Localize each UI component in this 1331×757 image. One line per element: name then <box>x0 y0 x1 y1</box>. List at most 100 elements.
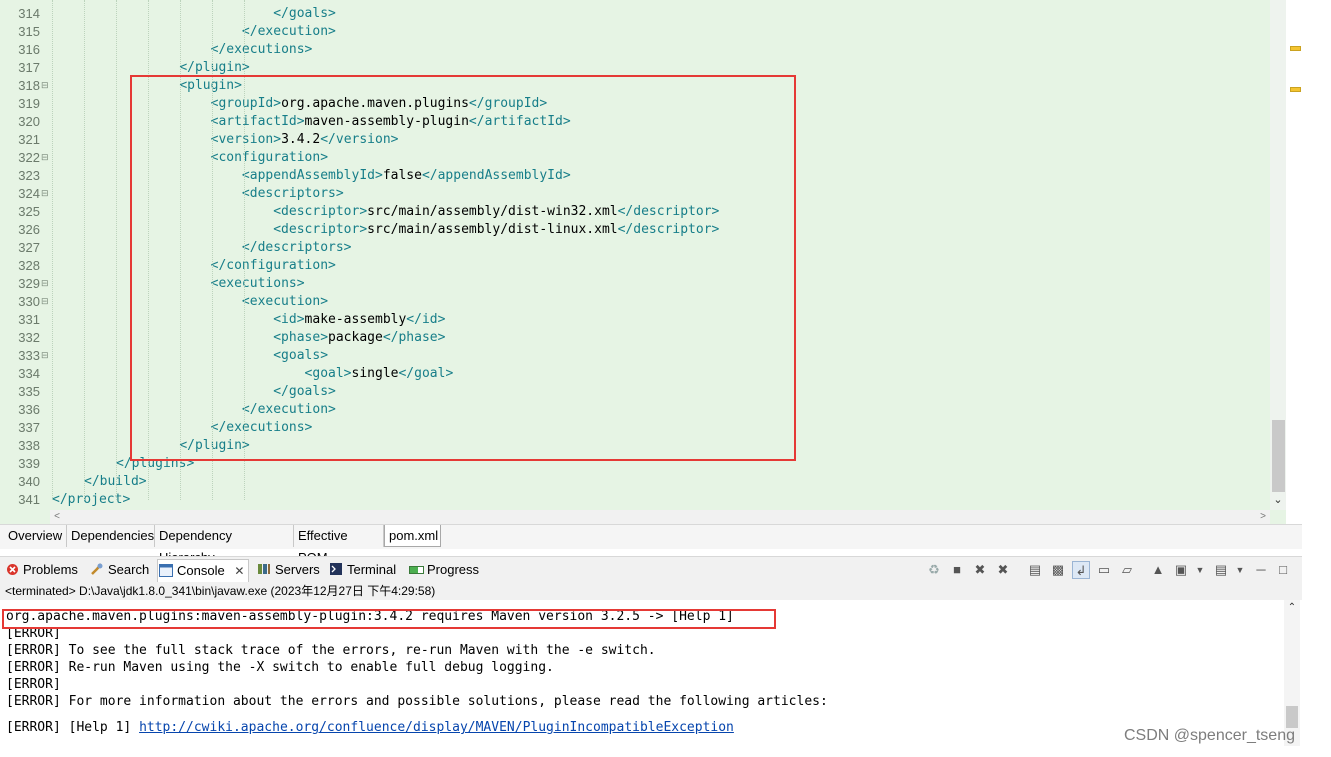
console-help-line: [ERROR] [Help 1] http://cwiki.apache.org… <box>6 719 734 736</box>
minimize-view-icon[interactable]: ─ <box>1252 561 1270 579</box>
code-area[interactable]: </goals> </execution> </executions> </pl… <box>52 0 1267 510</box>
show-on-output-icon[interactable]: ▭ <box>1095 561 1113 579</box>
code-line: <groupId>org.apache.maven.plugins</group… <box>210 96 548 111</box>
line-number: 325 <box>18 204 40 219</box>
warning-marker[interactable] <box>1290 46 1301 51</box>
help-prefix: [ERROR] [Help 1] <box>6 720 140 735</box>
tab-dependency-hierarchy[interactable]: Dependency Hierarchy <box>155 525 294 565</box>
code-line: <execution> <box>241 294 329 309</box>
code-line: </descriptors> <box>241 240 352 255</box>
code-line: <plugin> <box>179 78 242 93</box>
code-line: </goals> <box>273 384 336 399</box>
scroll-left-arrow-icon[interactable]: < <box>50 510 64 524</box>
tab-terminal-label: Terminal <box>347 562 397 577</box>
line-number: 338 <box>18 438 40 453</box>
line-number: 321 <box>18 132 40 147</box>
console-line: [ERROR] <box>6 626 69 641</box>
tab-terminal[interactable]: Terminal <box>328 559 396 581</box>
console-scroll-thumb[interactable] <box>1286 706 1298 728</box>
word-wrap-icon[interactable]: ↲ <box>1072 561 1090 579</box>
code-line: <goal>single</goal> <box>304 366 454 381</box>
tab-servers-label: Servers <box>275 562 320 577</box>
fold-toggle-icon[interactable]: ⊟ <box>41 81 49 90</box>
fold-toggle-icon[interactable]: ⊟ <box>41 189 49 198</box>
watermark: CSDN @spencer_tseng <box>1124 727 1295 744</box>
tab-pom-xml[interactable]: pom.xml <box>384 525 441 547</box>
code-line: </execution> <box>241 24 336 39</box>
new-console-dropdown-icon[interactable]: ▼ <box>1231 561 1249 579</box>
clear-console-icon[interactable]: ▤ <box>1026 561 1044 579</box>
overview-ruler <box>1286 0 1302 524</box>
problems-icon <box>4 563 20 577</box>
line-number: 324 <box>18 186 40 201</box>
line-number: 316 <box>18 42 40 57</box>
indent-guide <box>212 0 213 500</box>
line-number: 339 <box>18 456 40 471</box>
fold-toggle-icon[interactable]: ⊟ <box>41 297 49 306</box>
editor-horizontal-scrollbar[interactable] <box>50 510 1270 524</box>
remove-all-terminated-icon[interactable]: ✖ <box>994 561 1012 579</box>
code-line: <descriptors> <box>241 186 344 201</box>
tab-console[interactable]: Console ✕ <box>157 559 250 582</box>
tab-effective-pom[interactable]: Effective POM <box>294 525 384 565</box>
code-line: </project> <box>52 492 131 507</box>
code-line: </execution> <box>241 402 336 417</box>
tab-servers[interactable]: Servers <box>256 559 320 581</box>
help-link[interactable]: http://cwiki.apache.org/confluence/displ… <box>139 720 734 735</box>
display-console-dropdown-icon[interactable]: ▼ <box>1191 561 1209 579</box>
warning-marker[interactable] <box>1290 87 1301 92</box>
new-console-icon[interactable]: ▤ <box>1212 561 1230 579</box>
editor-scroll-thumb[interactable] <box>1272 420 1285 492</box>
line-number: 328 <box>18 258 40 273</box>
console-line: [ERROR] <box>6 677 69 692</box>
xml-editor[interactable]: 314 315 316 317 318 ⊟ 319 320 321 322 ⊟ 323 324 ⊟ 325 3… <box>0 0 1302 524</box>
tab-progress[interactable]: Progress <box>408 559 479 581</box>
code-line: </plugins> <box>116 456 195 471</box>
tab-search-label: Search <box>108 562 150 577</box>
line-number-gutter: 314 315 316 317 318 ⊟ 319 320 321 322 ⊟ 323 324 ⊟ 325 3… <box>0 0 50 510</box>
scroll-lock-icon[interactable]: ▩ <box>1049 561 1067 579</box>
line-number: 322 <box>18 150 40 165</box>
code-line: </executions> <box>210 42 313 57</box>
close-console-icon[interactable]: ✕ <box>234 564 244 578</box>
display-console-icon[interactable]: ▣ <box>1172 561 1190 579</box>
pin-console-icon[interactable]: ♻ <box>925 561 943 579</box>
console-line: [ERROR] Re-run Maven using the -X switch… <box>6 660 554 675</box>
line-number: 336 <box>18 402 40 417</box>
show-on-error-icon[interactable]: ▱ <box>1118 561 1136 579</box>
indent-guide <box>116 0 117 500</box>
indent-guide <box>52 0 53 500</box>
open-console-icon[interactable]: ▲ <box>1149 561 1167 579</box>
fold-toggle-icon[interactable]: ⊟ <box>41 153 49 162</box>
tab-search[interactable]: Search <box>89 559 149 581</box>
tab-problems[interactable]: Problems <box>4 559 78 581</box>
progress-icon <box>408 564 424 578</box>
console-line: [ERROR] To see the full stack trace of t… <box>6 643 656 658</box>
fold-toggle-icon[interactable]: ⊟ <box>41 351 49 360</box>
line-number: 332 <box>18 330 40 345</box>
line-number: 334 <box>18 366 40 381</box>
scroll-down-arrow-icon[interactable]: ⌄ <box>1270 492 1286 508</box>
tab-progress-label: Progress <box>427 562 480 577</box>
line-number: 326 <box>18 222 40 237</box>
line-number: 318 <box>18 78 40 93</box>
scroll-right-arrow-icon[interactable]: > <box>1256 510 1270 524</box>
fold-toggle-icon[interactable]: ⊟ <box>41 279 49 288</box>
remove-launch-icon[interactable]: ✖ <box>971 561 989 579</box>
line-number: 340 <box>18 474 40 489</box>
line-number: 335 <box>18 384 40 399</box>
console-icon <box>158 564 174 578</box>
code-line: </goals> <box>273 6 336 21</box>
tab-dependencies[interactable]: Dependencies <box>67 525 155 547</box>
line-number: 315 <box>18 24 40 39</box>
console-process-label: <terminated> D:\Java\jdk1.8.0_341\bin\ja… <box>0 582 1302 600</box>
console-scroll-up-icon[interactable]: ⌃ <box>1284 602 1300 613</box>
code-line: <id>make-assembly</id> <box>273 312 446 327</box>
terminate-icon[interactable]: ■ <box>948 561 966 579</box>
maximize-view-icon[interactable]: □ <box>1274 561 1292 579</box>
code-line: <phase>package</phase> <box>273 330 446 345</box>
console-output[interactable]: org.apache.maven.plugins:maven-assembly-… <box>0 600 1302 746</box>
indent-guide <box>244 0 245 500</box>
tab-overview[interactable]: Overview <box>4 525 67 547</box>
indent-guide <box>148 0 149 500</box>
